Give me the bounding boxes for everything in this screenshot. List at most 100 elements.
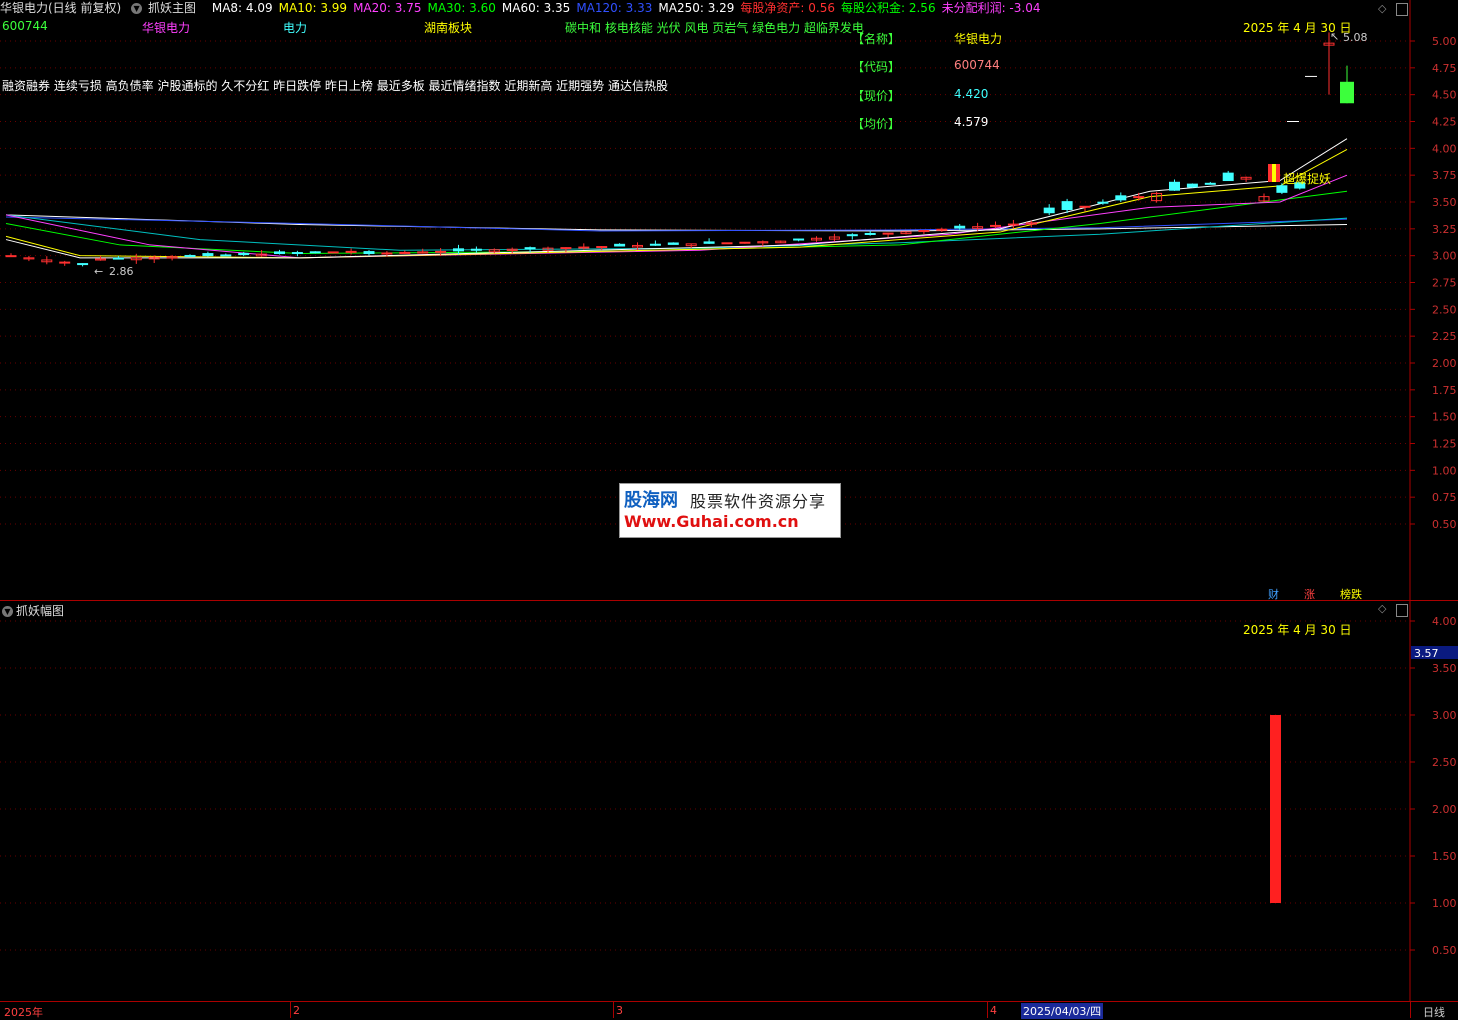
price-tick-label: 0.75 bbox=[1432, 491, 1457, 504]
candle-body bbox=[596, 246, 608, 249]
candle-body bbox=[238, 252, 250, 256]
candle-body bbox=[1079, 205, 1091, 208]
signal-bar-red-2 bbox=[1276, 164, 1280, 182]
sub-tick-label: 1.50 bbox=[1432, 850, 1457, 863]
month-tick bbox=[987, 1002, 988, 1018]
price-tick-label: 4.75 bbox=[1432, 62, 1457, 75]
candle-body bbox=[274, 251, 285, 255]
price-tick-label: 5.00 bbox=[1432, 35, 1457, 48]
price-tick-label: 1.00 bbox=[1432, 464, 1457, 477]
candle-body bbox=[381, 252, 393, 255]
candle-body bbox=[1133, 196, 1145, 199]
price-tick-label: 3.50 bbox=[1432, 196, 1457, 209]
low-marker-arrow: ← bbox=[94, 265, 103, 278]
price-tick-label: 2.25 bbox=[1432, 330, 1457, 343]
sub-tick-label: 2.00 bbox=[1432, 803, 1457, 816]
candle-body bbox=[864, 232, 876, 235]
sub-tick-label: 3.50 bbox=[1432, 662, 1457, 675]
price-tick-label: 1.50 bbox=[1432, 411, 1457, 424]
candle-body bbox=[524, 247, 536, 250]
sub-tick-label: 2.50 bbox=[1432, 756, 1457, 769]
candle-body bbox=[435, 250, 447, 253]
candle-body bbox=[1186, 183, 1198, 188]
sub-current-value: 3.57 bbox=[1414, 647, 1439, 660]
candle-body bbox=[453, 248, 464, 252]
finance-button[interactable]: 财 bbox=[1268, 586, 1279, 602]
candle-body bbox=[1222, 172, 1234, 182]
candle-body bbox=[936, 228, 948, 231]
candle-body bbox=[954, 225, 966, 229]
candle-body bbox=[1007, 223, 1019, 226]
candle-body bbox=[77, 263, 89, 266]
rank-fall-button[interactable]: 榜跌 bbox=[1340, 586, 1362, 602]
candle-body bbox=[1204, 182, 1216, 185]
sub-title-row[interactable]: ▼ 抓妖幅图 bbox=[2, 602, 64, 619]
sub-title: 抓妖幅图 bbox=[16, 604, 65, 618]
signal-bar-red bbox=[1268, 164, 1272, 182]
candle-body bbox=[184, 254, 196, 257]
candle-body bbox=[1061, 201, 1073, 211]
cursor-date-highlight: 2025/04/03/四 bbox=[1021, 1003, 1104, 1019]
period-divider bbox=[1410, 1002, 1411, 1018]
candle-body bbox=[202, 253, 214, 257]
month-label-4: 4 bbox=[990, 1004, 997, 1017]
candle-body bbox=[739, 241, 751, 244]
candle-body bbox=[1097, 201, 1109, 204]
chevron-down-icon[interactable]: ▼ bbox=[2, 606, 13, 617]
sub-tick-label: 0.50 bbox=[1432, 944, 1457, 957]
candle-body bbox=[363, 251, 375, 255]
diamond-icon[interactable]: ◇ bbox=[1378, 602, 1386, 615]
candle-body bbox=[1340, 81, 1354, 104]
month-label-3: 3 bbox=[616, 1004, 623, 1017]
sub-tick-label: 1.00 bbox=[1432, 897, 1457, 910]
month-tick bbox=[613, 1002, 614, 1018]
main-grid bbox=[0, 40, 1410, 525]
candle-body bbox=[1043, 207, 1055, 214]
high-marker-arrow: ↖ bbox=[1330, 30, 1339, 43]
candle-body bbox=[667, 242, 679, 245]
price-tick-label: 4.25 bbox=[1432, 116, 1457, 129]
time-axis[interactable]: 2025年 2 3 4 2025/04/03/四 日线 bbox=[0, 1001, 1458, 1019]
month-label-2: 2 bbox=[293, 1004, 300, 1017]
candle-body bbox=[793, 238, 805, 241]
price-tick-label: 2.50 bbox=[1432, 303, 1457, 316]
sub-chart[interactable]: 4.00 3.50 3.00 2.50 2.00 1.50 1.00 0.50 3.57 bbox=[0, 601, 1458, 1002]
sub-tick-label: 3.00 bbox=[1432, 709, 1457, 722]
sub-grid bbox=[0, 620, 1410, 951]
price-tick-label: 4.00 bbox=[1432, 142, 1457, 155]
signal-label: 超爆捉妖 bbox=[1283, 171, 1331, 186]
candle-body bbox=[5, 255, 17, 258]
candle-body bbox=[614, 243, 626, 247]
ma-line bbox=[5, 148, 1348, 259]
candle-body bbox=[399, 251, 411, 254]
candle-body bbox=[345, 250, 357, 253]
candle-body bbox=[882, 232, 894, 235]
candle-body bbox=[112, 257, 124, 260]
rise-button[interactable]: 涨 bbox=[1304, 586, 1315, 602]
candle-body bbox=[918, 230, 930, 233]
watermark: 股海网 股票软件资源分享 Www.Guhai.com.cn bbox=[619, 483, 841, 538]
watermark-url: Www.Guhai.com.cn bbox=[624, 512, 799, 531]
month-tick bbox=[290, 1002, 291, 1018]
price-tick-label: 2.75 bbox=[1432, 277, 1457, 290]
price-tick-label: 3.00 bbox=[1432, 250, 1457, 263]
price-tick-label: 1.75 bbox=[1432, 384, 1457, 397]
sub-bar bbox=[1270, 715, 1281, 903]
time-axis-line bbox=[0, 1001, 1458, 1002]
ma-line bbox=[5, 214, 1348, 251]
price-tick-label: 1.25 bbox=[1432, 438, 1457, 451]
price-tick-label: 0.50 bbox=[1432, 518, 1457, 531]
signal-bar-yellow bbox=[1272, 164, 1276, 182]
candle-body bbox=[560, 247, 572, 250]
candle-body bbox=[1169, 181, 1180, 191]
watermark-brand: 股海网 bbox=[624, 490, 678, 511]
candle-body bbox=[649, 243, 661, 246]
candle-body bbox=[327, 251, 339, 254]
candle-body bbox=[703, 241, 715, 244]
price-tick-label: 2.00 bbox=[1432, 357, 1457, 370]
ma-line bbox=[5, 174, 1348, 259]
price-tick-label: 3.25 bbox=[1432, 223, 1457, 236]
watermark-slogan: 股票软件资源分享 bbox=[690, 492, 827, 511]
sub-scroll-button[interactable] bbox=[1396, 604, 1408, 617]
candle-body bbox=[721, 242, 733, 245]
